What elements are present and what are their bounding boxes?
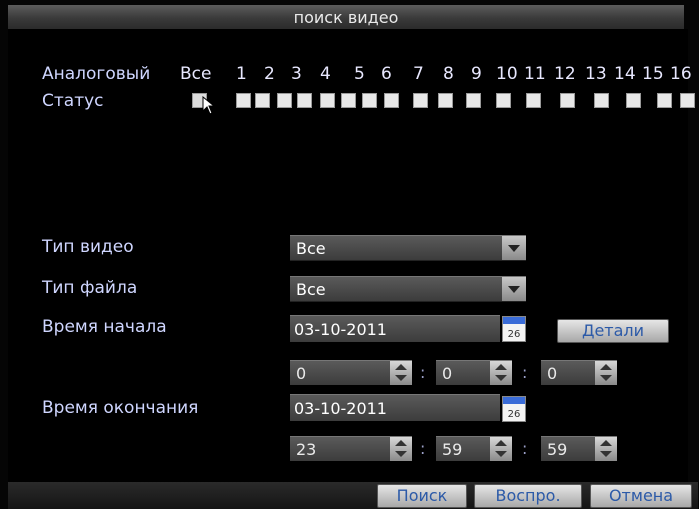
video-type-value: Все <box>296 239 326 258</box>
end-date-value: 03-10-2011 <box>294 399 387 418</box>
channel-number-13: 13 <box>585 64 607 84</box>
calendar-day: 26 <box>507 329 521 340</box>
chevron-down-icon[interactable] <box>502 236 526 260</box>
channel-5-checkbox[interactable] <box>320 93 335 108</box>
spinner-arrows-icon[interactable] <box>390 361 412 385</box>
analog-label: Аналоговый <box>42 64 151 84</box>
channel-6-checkbox[interactable] <box>341 93 356 108</box>
spinner-arrows-icon[interactable] <box>490 437 512 461</box>
video-type-select[interactable]: Все <box>290 235 526 261</box>
mouse-cursor-icon <box>202 96 216 115</box>
channel-8-checkbox[interactable] <box>384 93 399 108</box>
channel-number-3: 3 <box>291 64 302 84</box>
time-separator: : <box>522 363 528 382</box>
spinner-arrows-icon[interactable] <box>390 437 412 461</box>
end-second-spinner[interactable]: 59 <box>541 436 617 461</box>
start-hour-value: 0 <box>296 364 307 383</box>
all-channels-label: Все <box>180 64 212 84</box>
title-bar: поиск видео <box>8 5 684 30</box>
file-type-select[interactable]: Все <box>290 276 526 302</box>
video-type-label: Тип видео <box>42 237 134 257</box>
channel-number-1: 1 <box>236 64 247 84</box>
end-second-value: 59 <box>547 440 568 459</box>
channel-number-11: 11 <box>524 64 546 84</box>
file-type-label: Тип файла <box>42 278 138 298</box>
channel-number-6: 6 <box>381 64 392 84</box>
end-minute-spinner[interactable]: 59 <box>436 436 512 461</box>
time-separator: : <box>420 439 426 458</box>
end-hour-value: 23 <box>296 440 317 459</box>
channel-10-checkbox[interactable] <box>438 93 453 108</box>
channel-number-10: 10 <box>496 64 518 84</box>
channel-13-checkbox[interactable] <box>526 93 541 108</box>
status-label: Статус <box>42 91 104 111</box>
start-time-label: Время начала <box>42 317 167 337</box>
time-separator: : <box>522 439 528 458</box>
start-second-value: 0 <box>547 364 558 383</box>
channel-3-checkbox[interactable] <box>277 93 292 108</box>
channel-number-15: 15 <box>642 64 664 84</box>
spinner-arrows-icon[interactable] <box>595 437 617 461</box>
details-button[interactable]: Детали <box>557 319 669 343</box>
channel-number-7: 7 <box>413 64 424 84</box>
calendar-day: 26 <box>507 409 521 420</box>
spinner-arrows-icon[interactable] <box>490 361 512 385</box>
end-minute-value: 59 <box>442 440 463 459</box>
channel-17-checkbox[interactable] <box>657 93 672 108</box>
search-video-window: поиск видео Аналоговый Все 1 2 3 4 5 6 7… <box>0 0 699 509</box>
start-second-spinner[interactable]: 0 <box>541 360 617 385</box>
channel-14-checkbox[interactable] <box>560 93 575 108</box>
channel-1-checkbox[interactable] <box>236 93 251 108</box>
channel-2-checkbox[interactable] <box>255 93 270 108</box>
channel-number-12: 12 <box>554 64 576 84</box>
time-separator: : <box>420 363 426 382</box>
channel-4-checkbox[interactable] <box>297 93 312 108</box>
end-date-field[interactable]: 03-10-2011 <box>290 394 500 421</box>
search-button[interactable]: Поиск <box>377 484 467 508</box>
spinner-arrows-icon[interactable] <box>595 361 617 385</box>
channel-11-checkbox[interactable] <box>466 93 481 108</box>
calendar-icon[interactable]: 26 <box>502 396 526 422</box>
chevron-down-icon[interactable] <box>502 277 526 301</box>
channel-18-checkbox[interactable] <box>680 93 695 108</box>
calendar-icon[interactable]: 26 <box>502 316 526 342</box>
channel-number-14: 14 <box>614 64 636 84</box>
channel-7-checkbox[interactable] <box>362 93 377 108</box>
channel-9-checkbox[interactable] <box>413 93 428 108</box>
end-hour-spinner[interactable]: 23 <box>290 436 412 461</box>
channel-16-checkbox[interactable] <box>626 93 641 108</box>
channel-number-5: 5 <box>354 64 365 84</box>
file-type-value: Все <box>296 280 326 299</box>
play-button[interactable]: Воспро. <box>474 484 582 508</box>
window-title: поиск видео <box>293 8 399 27</box>
start-date-value: 03-10-2011 <box>294 320 387 339</box>
channel-number-8: 8 <box>443 64 454 84</box>
start-hour-spinner[interactable]: 0 <box>290 360 412 385</box>
channel-12-checkbox[interactable] <box>496 93 511 108</box>
channel-number-2: 2 <box>264 64 275 84</box>
start-minute-value: 0 <box>442 364 453 383</box>
start-date-field[interactable]: 03-10-2011 <box>290 315 500 342</box>
cancel-button[interactable]: Отмена <box>590 484 692 508</box>
channel-number-9: 9 <box>471 64 482 84</box>
channel-15-checkbox[interactable] <box>594 93 609 108</box>
end-time-label: Время окончания <box>42 398 199 418</box>
start-minute-spinner[interactable]: 0 <box>436 360 512 385</box>
channel-number-4: 4 <box>320 64 331 84</box>
channel-number-16: 16 <box>670 64 692 84</box>
